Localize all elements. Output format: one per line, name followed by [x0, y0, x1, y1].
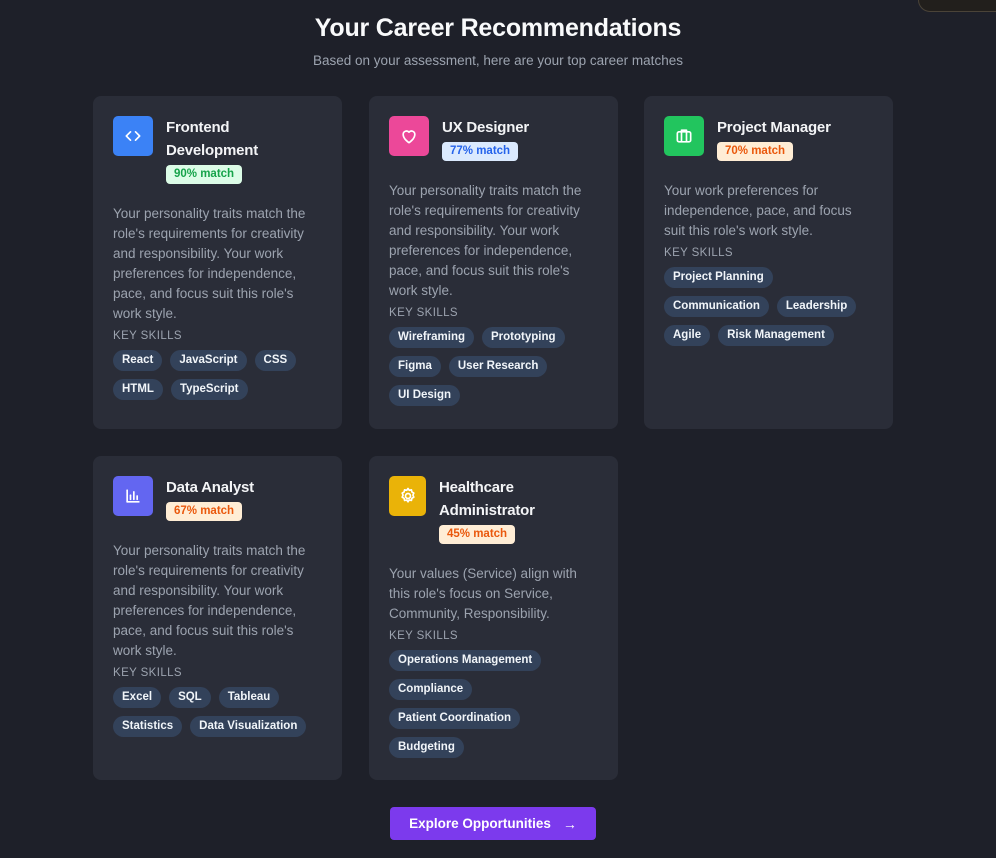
- skill-chip: SQL: [169, 687, 211, 708]
- skills-list: Excel SQL Tableau Statistics Data Visual…: [113, 687, 322, 737]
- career-description: Your work preferences for independence, …: [664, 183, 852, 238]
- career-description: Your personality traits match the role's…: [113, 543, 306, 658]
- skill-chip: Agile: [664, 325, 711, 346]
- key-skills-label: KEY SKILLS: [664, 247, 733, 259]
- skill-chip: Figma: [389, 356, 441, 377]
- key-skills-label: KEY SKILLS: [389, 307, 458, 319]
- gear-icon: [389, 476, 426, 516]
- career-title: Data Analyst: [166, 479, 254, 496]
- career-title: Healthcare Administrator: [439, 479, 535, 519]
- match-badge: 77% match: [442, 142, 519, 161]
- career-card-ux-designer: UX Designer 77% match Your personality t…: [369, 96, 618, 429]
- skills-list: Wireframing Prototyping Figma User Resea…: [389, 327, 598, 406]
- key-skills-label: KEY SKILLS: [113, 667, 182, 679]
- career-description: Your personality traits match the role's…: [113, 206, 306, 321]
- match-badge: 90% match: [166, 165, 243, 184]
- key-skills-label: KEY SKILLS: [113, 330, 182, 342]
- skills-list: Operations Management Compliance Patient…: [389, 650, 598, 758]
- skills-list: Project Planning Communication Leadershi…: [664, 267, 873, 346]
- skill-chip: Prototyping: [482, 327, 565, 348]
- skill-chip: Budgeting: [389, 737, 464, 758]
- career-card-data-analyst: Data Analyst 67% match Your personality …: [93, 456, 342, 780]
- skill-chip: React: [113, 350, 163, 371]
- career-title: UX Designer: [442, 119, 529, 136]
- skill-chip: CSS: [254, 350, 297, 371]
- career-card-project-manager: Project Manager 70% match Your work pref…: [644, 96, 893, 429]
- skill-chip: Tableau: [218, 687, 280, 708]
- skill-chip: UI Design: [389, 385, 461, 406]
- skill-chip: Data Visualization: [190, 716, 307, 737]
- skill-chip: Project Planning: [664, 267, 773, 288]
- skill-chip: Operations Management: [389, 650, 542, 671]
- skill-chip: Statistics: [113, 716, 183, 737]
- skill-chip: JavaScript: [170, 350, 247, 371]
- skills-list: React JavaScript CSS HTML TypeScript: [113, 350, 322, 400]
- skill-chip: Communication: [664, 296, 769, 317]
- skill-chip: Patient Coordination: [389, 708, 521, 729]
- skill-chip: Wireframing: [389, 327, 474, 348]
- bar-chart-icon: [113, 476, 153, 516]
- career-card-healthcare-administrator: Healthcare Administrator 45% match Your …: [369, 456, 618, 780]
- career-description: Your personality traits match the role's…: [389, 183, 582, 298]
- skill-chip: Leadership: [776, 296, 857, 317]
- career-description: Your values (Service) align with this ro…: [389, 566, 577, 621]
- heart-icon: [389, 116, 429, 156]
- window-corner-tab: [918, 0, 996, 12]
- match-badge: 67% match: [166, 502, 243, 521]
- skill-chip: Risk Management: [718, 325, 834, 346]
- career-title: Frontend Development: [166, 119, 258, 159]
- skill-chip: Excel: [113, 687, 162, 708]
- code-icon: [113, 116, 153, 156]
- key-skills-label: KEY SKILLS: [389, 630, 458, 642]
- skill-chip: TypeScript: [170, 379, 248, 400]
- skill-chip: User Research: [448, 356, 548, 377]
- page-title: Your Career Recommendations: [314, 14, 682, 42]
- briefcase-icon: [664, 116, 704, 156]
- match-badge: 45% match: [439, 525, 516, 544]
- explore-opportunities-button[interactable]: Explore Opportunities →: [390, 807, 596, 840]
- match-badge: 70% match: [717, 142, 794, 161]
- page-subtitle: Based on your assessment, here are your …: [313, 53, 683, 68]
- arrow-right-icon: →: [562, 815, 577, 832]
- explore-opportunities-label: Explore Opportunities: [409, 816, 551, 831]
- skill-chip: HTML: [113, 379, 163, 400]
- career-card-frontend-development: Frontend Development 90% match Your pers…: [93, 96, 342, 429]
- career-title: Project Manager: [717, 119, 831, 136]
- skill-chip: Compliance: [389, 679, 473, 700]
